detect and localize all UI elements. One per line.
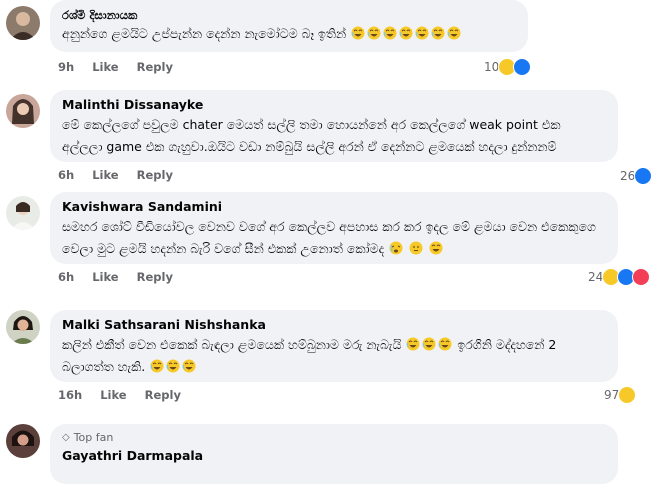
comment-text-line: වෙලා මුට ළමයි හදන්න බැරි වගේ සීන් එකක් උ… <box>62 239 606 259</box>
reaction-summary[interactable]: 10 <box>484 58 532 76</box>
reply-button[interactable]: Reply <box>145 388 181 402</box>
reaction-count: 26 <box>620 169 636 183</box>
laughing-emoji-row <box>350 26 462 41</box>
like-button[interactable]: Like <box>100 388 126 402</box>
comment-time[interactable]: 6h <box>58 168 74 182</box>
like-button[interactable]: Like <box>92 168 118 182</box>
like-reaction-icon <box>513 58 532 76</box>
laughing-emoji <box>182 359 196 373</box>
reaction-icons <box>618 386 637 404</box>
laughing-emoji <box>447 26 461 40</box>
reaction-count: 10 <box>484 60 500 74</box>
laughing-emoji <box>431 26 445 40</box>
comment-author[interactable]: රශ්මි දිසානායක <box>62 7 516 23</box>
comment-text-line: අල්ලලා game එක ගැහුවා.ඔයිට වඩා නම්බුයි ස… <box>62 139 557 154</box>
avatar[interactable] <box>6 6 40 40</box>
like-button[interactable]: Like <box>92 270 118 284</box>
comment-actions: 6h Like Reply <box>58 168 173 182</box>
comment-actions: 6h Like Reply <box>58 270 173 284</box>
reaction-icons <box>634 167 653 185</box>
laughing-emoji <box>150 359 164 373</box>
diamond-icon: ◇ <box>62 432 70 443</box>
comment-actions: 9h Like Reply <box>58 60 173 74</box>
comment-bubble: රශ්මි දිසානායක අනුන්ගෙ ළමයිට උප්පැන්න දෙ… <box>50 0 528 52</box>
reaction-summary[interactable]: 26 <box>620 167 653 185</box>
like-reaction-icon <box>634 167 653 185</box>
comment-time[interactable]: 6h <box>58 270 74 284</box>
laughing-emoji <box>166 359 180 373</box>
comment-bubble: Kavishwara Sandamini සමහර ශෝට් වීඩියෝවල … <box>50 192 618 264</box>
comment-author[interactable]: Malki Sathsarani Nishshanka <box>62 317 606 333</box>
laughing-emoji <box>383 26 397 40</box>
reaction-summary[interactable]: 24 <box>588 268 651 286</box>
reaction-icons <box>602 268 651 286</box>
comment-text-line: මේ කෙල්ලගේ පවුලම chater මෙයත් සල්ලි තමා … <box>62 117 561 132</box>
laughing-emoji <box>399 26 413 40</box>
comment-author[interactable]: Kavishwara Sandamini <box>62 199 606 215</box>
reaction-count: 24 <box>588 270 604 284</box>
haha-reaction-icon <box>618 386 637 404</box>
laughing-emoji <box>415 26 429 40</box>
comment-text-line: බලාගත්ත හැකි. <box>62 357 606 377</box>
laughing-emoji <box>422 337 436 351</box>
reply-button[interactable]: Reply <box>137 60 173 74</box>
neutral-face-emoji <box>409 241 423 255</box>
reply-button[interactable]: Reply <box>137 270 173 284</box>
laughing-emoji-row <box>405 337 453 352</box>
love-reaction-icon <box>632 268 651 286</box>
reaction-summary[interactable]: 97 <box>604 386 637 404</box>
avatar[interactable] <box>6 310 40 344</box>
comment-author[interactable]: Malinthi Dissanayke <box>62 97 606 113</box>
comment-time[interactable]: 9h <box>58 60 74 74</box>
laughing-emoji <box>438 337 452 351</box>
comment-time[interactable]: 16h <box>58 388 82 402</box>
weary-face-emoji <box>389 241 403 255</box>
comment-actions: 16h Like Reply <box>58 388 181 402</box>
like-button[interactable]: Like <box>92 60 118 74</box>
top-fan-badge: ◇ Top fan <box>62 431 114 444</box>
avatar[interactable] <box>6 94 40 128</box>
reaction-count: 97 <box>604 388 620 402</box>
avatar[interactable] <box>6 424 40 458</box>
laughing-emoji-row <box>149 359 197 374</box>
laughing-emoji <box>351 26 365 40</box>
laughing-emoji <box>429 241 443 255</box>
comment-text-line: කලින් එකීත් වෙන එකෙක් බැඳලා ළමයෙක් හම්බු… <box>62 337 557 352</box>
comment-text: අනුන්ගෙ ළමයිට උප්පැන්න දෙන්න නැමෝටම බෑ ඉ… <box>62 23 516 45</box>
reaction-icons <box>498 58 532 76</box>
comment-text-line: සමහර ශෝට් වීඩියෝවල වෙනව වගේ අර කෙල්ලව අප… <box>62 219 596 234</box>
comment-bubble: ◇ Top fan Gayathri Darmapala <box>50 424 618 484</box>
avatar[interactable] <box>6 196 40 230</box>
laughing-emoji <box>406 337 420 351</box>
comment-bubble: Malinthi Dissanayke මේ කෙල්ලගේ පවුලම cha… <box>50 90 618 162</box>
comment-bubble: Malki Sathsarani Nishshanka කලින් එකීත් … <box>50 310 618 382</box>
laughing-emoji <box>367 26 381 40</box>
reply-button[interactable]: Reply <box>137 168 173 182</box>
comment-author[interactable]: Gayathri Darmapala <box>62 448 606 464</box>
